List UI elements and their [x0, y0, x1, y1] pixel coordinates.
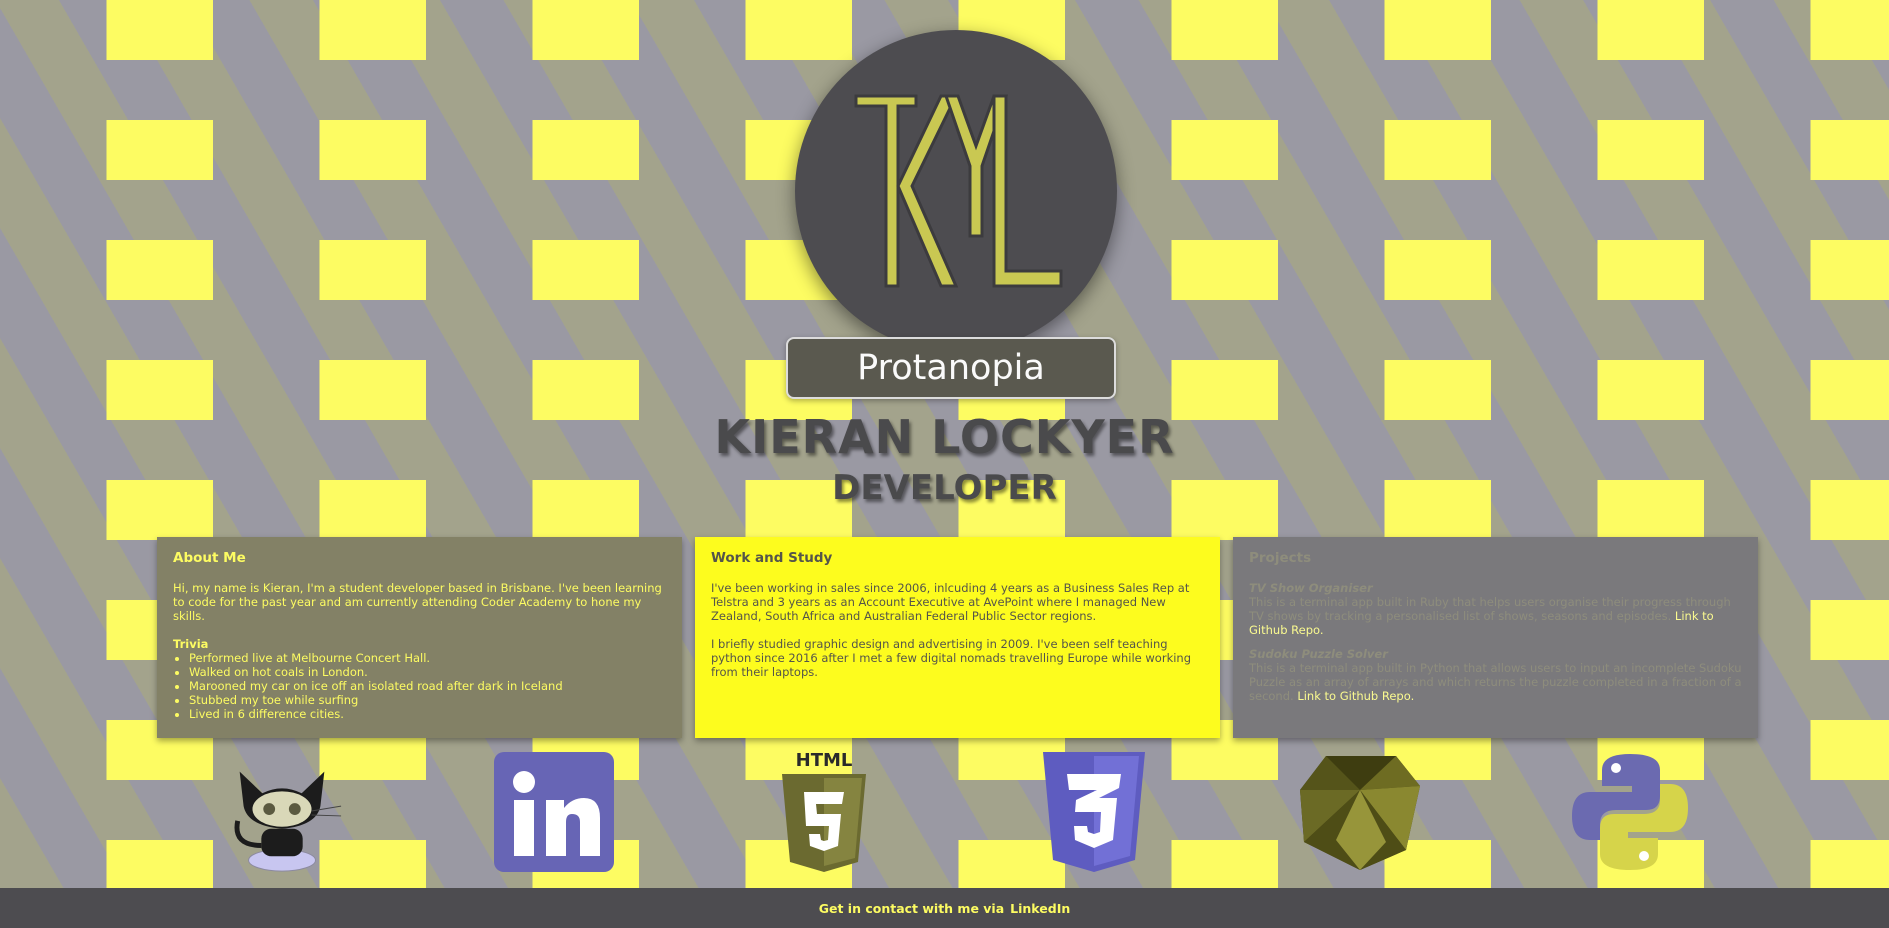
github-icon[interactable] [218, 748, 346, 876]
work-paragraph: I've been working in sales since 2006, i… [711, 581, 1190, 623]
css3-icon[interactable] [1030, 748, 1158, 876]
list-item: Marooned my car on ice off an isolated r… [189, 679, 666, 693]
work-title: Work and Study [711, 550, 833, 566]
ruby-icon[interactable] [1296, 748, 1424, 876]
project-desc-text: This is a terminal app built in Ruby tha… [1249, 595, 1731, 623]
linkedin-icon[interactable] [490, 748, 618, 876]
project-title: Sudoku Puzzle Solver [1249, 647, 1388, 661]
about-intro: Hi, my name is Kieran, I'm a student dev… [173, 581, 662, 623]
projects-title: Projects [1249, 550, 1312, 566]
project-description: This is a terminal app built in Python t… [1249, 661, 1742, 703]
python-icon[interactable] [1566, 748, 1694, 876]
trivia-title: Trivia [173, 637, 209, 651]
project-description: This is a terminal app built in Ruby tha… [1249, 595, 1742, 637]
list-item: Stubbed my toe while surfing [189, 693, 666, 707]
tech-icons-row: HTML [0, 748, 1889, 876]
list-item: Performed live at Melbourne Concert Hall… [189, 651, 666, 665]
list-item: Walked on hot coals in London. [189, 665, 666, 679]
html5-icon[interactable]: HTML [760, 748, 888, 876]
footer: Get in contact with me via LinkedIn [0, 888, 1889, 928]
work-panel: Work and Study I've been working in sale… [695, 537, 1220, 738]
kyl-monogram-icon [854, 94, 1063, 288]
colorblind-mode-button[interactable]: Protanopia [786, 337, 1116, 399]
trivia-list: Performed live at Melbourne Concert Hall… [173, 651, 666, 721]
page-title: KIERAN LOCKYER [714, 410, 1175, 464]
projects-panel: Projects TV Show Organiser This is a ter… [1233, 537, 1758, 738]
logo [795, 30, 1117, 352]
work-paragraph: I briefly studied graphic design and adv… [711, 637, 1192, 679]
about-title: About Me [173, 550, 246, 566]
linkedin-link[interactable]: LinkedIn [1010, 901, 1070, 916]
github-repo-link[interactable]: Link to Github Repo. [1297, 689, 1414, 703]
footer-text: Get in contact with me via [818, 900, 1005, 916]
project-title: TV Show Organiser [1249, 581, 1373, 595]
about-panel: About Me Hi, my name is Kieran, I'm a st… [157, 537, 682, 738]
list-item: Lived in 6 difference cities. [189, 707, 666, 721]
svg-text:HTML: HTML [796, 750, 853, 771]
page-subtitle: DEVELOPER [832, 468, 1057, 508]
